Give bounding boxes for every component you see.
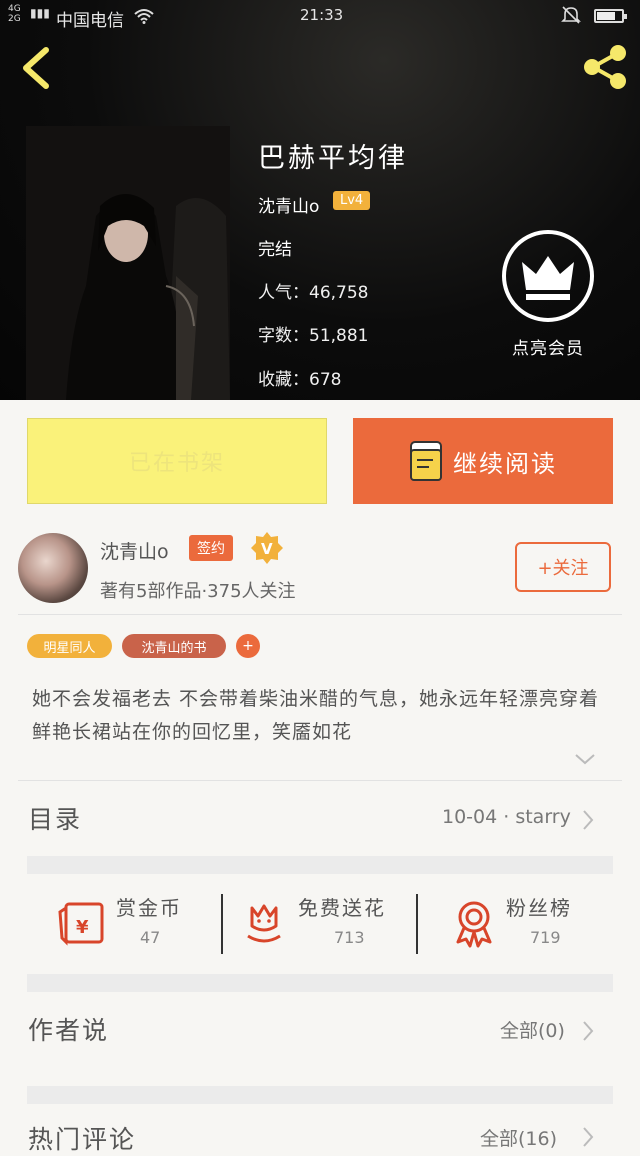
tag-chip[interactable]: 沈青山的书	[122, 634, 226, 658]
author-name[interactable]: 沈青山o	[100, 537, 169, 564]
network-bottom: 2G	[8, 14, 21, 24]
section-gap	[27, 856, 613, 874]
medal-icon	[456, 901, 492, 948]
favorites-stat: 收藏：678	[258, 370, 342, 390]
book-header: 4G 2G ▮▮▮ 中国电信 21:33 巴赫平均律 沈青山o Lv4 完结 人…	[0, 0, 640, 400]
cover-photo	[26, 126, 230, 400]
section-gap	[27, 974, 613, 992]
book-icon	[410, 441, 442, 481]
follow-label: +关注	[537, 558, 589, 579]
reward-coins-count: 47	[140, 928, 161, 947]
book-description: 她不会发福老去 不会带着柴油米醋的气息，她永远年轻漂亮穿着鲜艳长裙站在你的回忆里…	[32, 688, 600, 743]
author-says-label: 作者说	[28, 1016, 110, 1045]
divider	[416, 894, 418, 954]
hot-comments-label: 热门评论	[28, 1125, 137, 1154]
network-indicator: 4G 2G	[8, 4, 21, 24]
divider	[221, 894, 223, 954]
catalog-latest: 10-04 · starry	[442, 806, 571, 828]
signal-icon: ▮▮▮	[30, 6, 50, 20]
section-gap	[27, 1086, 613, 1104]
back-chevron-icon[interactable]	[16, 46, 56, 90]
in-bookshelf-label: 已在书架	[128, 451, 225, 476]
network-top: 4G	[8, 4, 21, 14]
signed-badge: 签约	[189, 535, 233, 561]
chevron-right-icon	[583, 810, 594, 830]
vip-label[interactable]: 点亮会员	[512, 334, 584, 359]
follow-button[interactable]: +关注	[515, 542, 611, 592]
book-status: 完结	[258, 240, 292, 260]
battery-icon	[594, 9, 627, 23]
status-bar: 4G 2G ▮▮▮ 中国电信 21:33	[0, 0, 640, 34]
popularity-stat: 人气：46,758	[258, 283, 369, 303]
share-icon[interactable]	[580, 42, 630, 92]
tag-chip[interactable]: 明星同人	[27, 634, 112, 658]
free-flower-label: 免费送花	[298, 896, 386, 920]
divider	[18, 614, 622, 615]
continue-reading-label: 继续阅读	[453, 449, 557, 478]
in-bookshelf-button[interactable]: 已在书架	[27, 418, 327, 504]
catalog-label: 目录	[28, 805, 83, 834]
book-cover-image[interactable]	[26, 126, 230, 400]
wifi-icon	[134, 9, 154, 24]
continue-reading-button[interactable]: 继续阅读	[353, 418, 613, 504]
fan-ranking-label: 粉丝榜	[506, 896, 572, 920]
flower-icon	[247, 904, 281, 943]
divider	[18, 780, 622, 781]
verified-v-icon: V	[251, 532, 283, 564]
author-says-count: 全部(0)	[500, 1020, 565, 1042]
fan-ranking-count: 719	[530, 928, 561, 947]
expand-chevron-down-icon[interactable]	[574, 752, 596, 766]
author-avatar[interactable]	[18, 533, 88, 603]
clock: 21:33	[300, 6, 344, 24]
reward-coins-label: 赏金币	[116, 896, 182, 920]
svg-text:V: V	[261, 540, 273, 558]
chevron-right-icon	[583, 1021, 594, 1041]
book-author[interactable]: 沈青山o	[258, 192, 319, 217]
author-meta: 著有5部作品·375人关注	[100, 581, 296, 602]
crown-icon	[522, 256, 574, 300]
carrier-name: 中国电信	[56, 11, 124, 31]
free-flower-count: 713	[334, 928, 365, 947]
add-tag-button[interactable]: +	[236, 634, 260, 658]
red-envelope-icon: ¥	[58, 902, 104, 946]
chevron-right-icon	[583, 1127, 594, 1147]
vip-crown-button[interactable]	[502, 230, 594, 322]
svg-text:¥: ¥	[76, 917, 89, 938]
book-title: 巴赫平均律	[258, 143, 408, 174]
level-badge: Lv4	[333, 191, 371, 210]
word-count-stat: 字数：51,881	[258, 326, 369, 346]
mute-bell-icon	[561, 6, 581, 24]
